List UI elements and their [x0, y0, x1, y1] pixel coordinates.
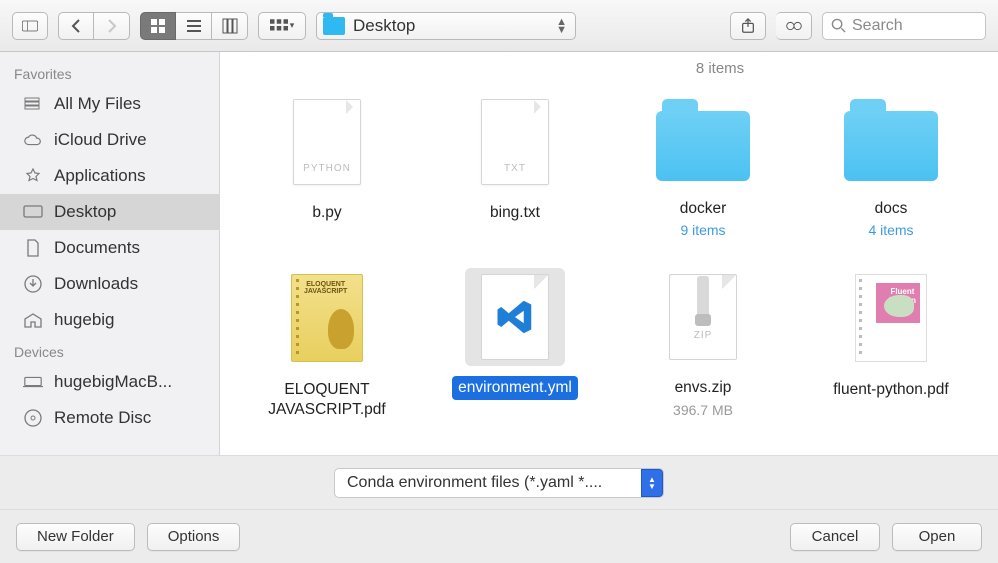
file-meta-label: 4 items — [868, 222, 913, 238]
sidebar-item[interactable]: Applications — [0, 158, 219, 194]
column-view-button[interactable] — [212, 12, 248, 40]
cancel-button[interactable]: Cancel — [790, 523, 880, 551]
file-thumbnail: PYTHON — [277, 93, 377, 191]
book-cover-icon: ELOQUENTJAVASCRIPT — [291, 274, 363, 362]
file-name-label: fluent-python.pdf — [827, 378, 954, 401]
back-button[interactable] — [58, 12, 94, 40]
search-placeholder: Search — [852, 17, 903, 35]
file-thumbnail: ELOQUENTJAVASCRIPT — [275, 268, 379, 368]
location-label: Desktop — [353, 16, 415, 36]
file-icon: ZIP — [669, 274, 737, 360]
file-item[interactable]: TXT bing.txt — [430, 93, 600, 224]
sidebar-item-label: Applications — [54, 166, 146, 186]
sidebar-toggle-button[interactable] — [12, 12, 48, 40]
sidebar-item-icon — [22, 311, 44, 329]
share-button[interactable] — [730, 12, 766, 40]
folder-icon — [656, 111, 750, 181]
file-name-label: bing.txt — [484, 201, 546, 224]
sidebar-item-icon — [22, 409, 44, 427]
file-meta-label: 396.7 MB — [673, 402, 733, 418]
sidebar-item-label: iCloud Drive — [54, 130, 147, 150]
sidebar-item-label: Desktop — [54, 202, 116, 222]
file-name-label: docker — [674, 197, 733, 220]
list-view-button[interactable] — [176, 12, 212, 40]
location-popup[interactable]: Desktop ▲▼ — [316, 12, 576, 40]
file-thumbnail — [640, 93, 766, 187]
nav-group — [58, 12, 130, 40]
arrange-button[interactable]: ▾ — [258, 12, 306, 40]
file-name-label: ELOQUENT JAVASCRIPT.pdf — [242, 378, 412, 421]
sidebar-section-title: Devices — [0, 338, 219, 364]
sidebar-item-icon — [22, 95, 44, 113]
toolbar: ▾ Desktop ▲▼ Search — [0, 0, 998, 52]
sidebar-item[interactable]: iCloud Drive — [0, 122, 219, 158]
sidebar-section-title: Favorites — [0, 60, 219, 86]
sidebar-item-icon — [22, 239, 44, 257]
sidebar-item-icon — [22, 275, 44, 293]
sidebar-item-label: Remote Disc — [54, 408, 151, 428]
sidebar-item-label: hugebig — [54, 310, 115, 330]
chevron-updown-icon: ▲▼ — [556, 18, 567, 34]
folder-icon — [323, 17, 345, 35]
file-item[interactable]: FluentPython fluent-python.pdf — [806, 268, 976, 401]
sidebar-item-icon — [22, 167, 44, 185]
file-item[interactable]: environment.yml — [430, 268, 600, 399]
file-thumbnail — [465, 268, 565, 366]
new-folder-button[interactable]: New Folder — [16, 523, 135, 551]
file-thumbnail: FluentPython — [839, 268, 943, 368]
file-item[interactable]: ZIP envs.zip 396.7 MB — [618, 268, 788, 417]
filter-label: Conda environment files (*.yaml *.... — [347, 474, 602, 492]
sidebar-item[interactable]: Remote Disc — [0, 400, 219, 436]
sidebar-item[interactable]: Downloads — [0, 266, 219, 302]
folder-icon — [844, 111, 938, 181]
file-item[interactable]: PYTHON b.py — [242, 93, 412, 224]
sidebar-item-icon — [22, 373, 44, 391]
file-meta-label: 9 items — [680, 222, 725, 238]
sidebar-item[interactable]: hugebigMacB... — [0, 364, 219, 400]
options-button[interactable]: Options — [147, 523, 241, 551]
sidebar-item-icon — [22, 131, 44, 149]
file-name-label: b.py — [306, 201, 347, 224]
file-grid: PYTHON b.py TXT bing.txt docker 9 items … — [220, 79, 998, 451]
filter-bar: Conda environment files (*.yaml *.... ▲▼ — [0, 455, 998, 509]
footer: New Folder Options Cancel Open — [0, 509, 998, 563]
file-name-label: environment.yml — [452, 376, 578, 399]
file-thumbnail: TXT — [465, 93, 565, 191]
search-input[interactable]: Search — [822, 12, 986, 40]
file-icon: TXT — [481, 99, 549, 185]
item-count-label: 8 items — [680, 60, 760, 77]
sidebar-item-label: All My Files — [54, 94, 141, 114]
sidebar-item[interactable]: Documents — [0, 230, 219, 266]
view-mode-group — [140, 12, 248, 40]
sidebar-item[interactable]: Desktop — [0, 194, 219, 230]
sidebar-item-icon — [22, 203, 44, 221]
chevron-updown-icon: ▲▼ — [641, 469, 663, 497]
sidebar-item-label: Documents — [54, 238, 140, 258]
file-name-label: docs — [869, 197, 914, 220]
file-item[interactable]: docs 4 items — [806, 93, 976, 238]
book-cover-icon: FluentPython — [855, 274, 927, 362]
file-item[interactable]: ELOQUENTJAVASCRIPT ELOQUENT JAVASCRIPT.p… — [242, 268, 412, 421]
file-grid-area: 8 items PYTHON b.py TXT bing.txt docker … — [220, 52, 998, 455]
icon-view-button[interactable] — [140, 12, 176, 40]
sidebar-item[interactable]: hugebig — [0, 302, 219, 338]
file-type-filter[interactable]: Conda environment files (*.yaml *.... ▲▼ — [334, 468, 664, 498]
file-thumbnail — [828, 93, 954, 187]
sidebar-item-label: Downloads — [54, 274, 138, 294]
tags-button[interactable] — [776, 12, 812, 40]
forward-button[interactable] — [94, 12, 130, 40]
file-thumbnail: ZIP — [653, 268, 753, 366]
file-name-label: envs.zip — [669, 376, 738, 399]
sidebar: Favorites All My Files iCloud Drive Applica… — [0, 52, 220, 455]
open-button[interactable]: Open — [892, 523, 982, 551]
sidebar-item[interactable]: All My Files — [0, 86, 219, 122]
sidebar-item-label: hugebigMacB... — [54, 372, 172, 392]
file-item[interactable]: docker 9 items — [618, 93, 788, 238]
file-icon: PYTHON — [293, 99, 361, 185]
file-icon — [481, 274, 549, 360]
